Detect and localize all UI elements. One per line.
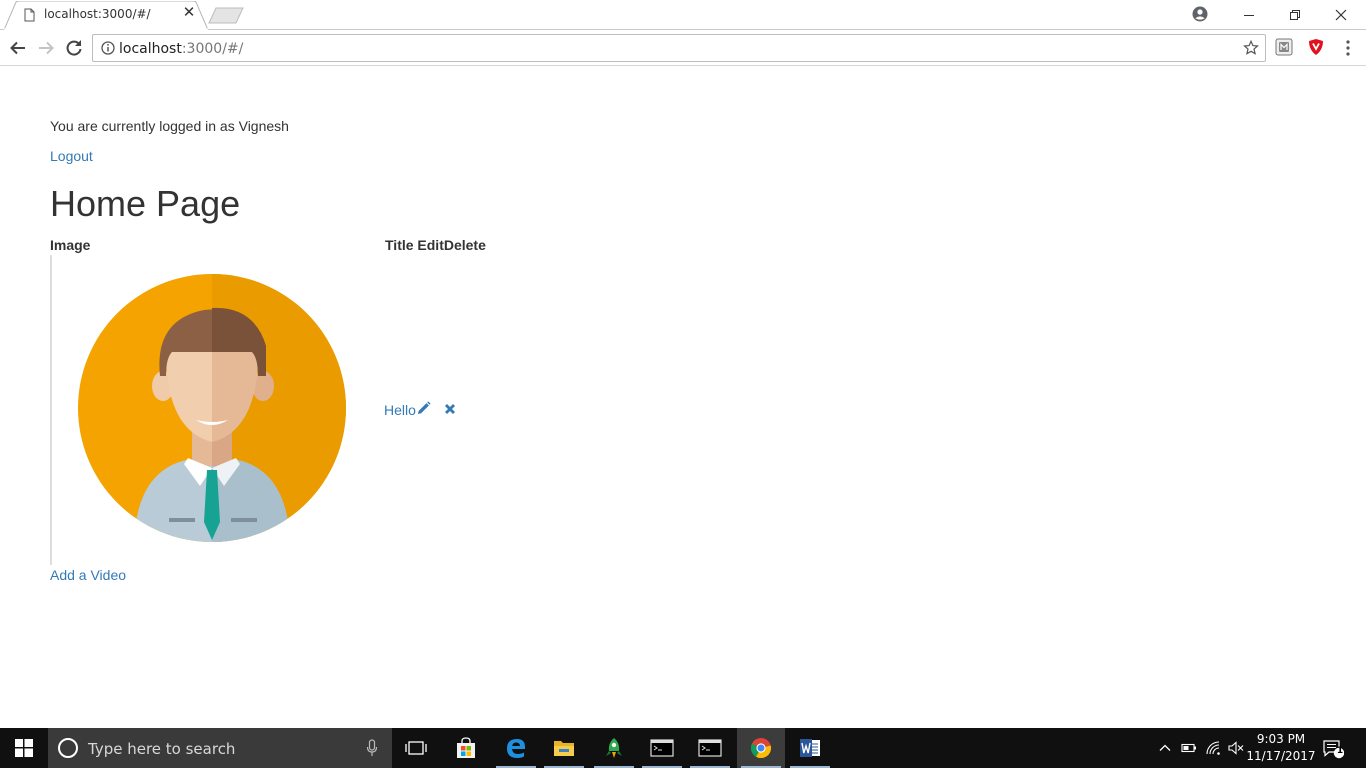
edge-icon [507,739,525,758]
profile-icon[interactable] [1192,6,1208,22]
command-prompt-icon [698,739,722,757]
volume-muted-icon[interactable] [1228,740,1244,756]
close-window-button[interactable] [1318,0,1364,30]
browser-toolbar: localhost:3000/#/ [0,30,1366,66]
task-view-icon [405,741,427,755]
add-video-link[interactable]: Add a Video [50,567,126,583]
url-path: :3000/#/ [181,41,244,57]
url-host: localhost [119,41,182,57]
forward-arrow-icon[interactable] [36,38,56,58]
taskbar-chrome[interactable] [737,728,785,768]
taskbar-search-box[interactable]: Type here to search [48,728,392,768]
windows-logo-icon [15,739,33,757]
browser-menu-icon[interactable] [1340,39,1356,57]
taskbar-clock[interactable]: 9:03 PM 11/17/2017 [1246,731,1316,765]
pencil-icon[interactable] [416,401,431,416]
taskbar-word[interactable] [786,728,834,768]
x-icon[interactable] [443,402,457,416]
avatar-image [78,274,346,542]
shield-extension-icon[interactable] [1307,38,1325,56]
store-icon [457,737,475,758]
taskbar-app-green[interactable] [590,728,638,768]
reload-icon[interactable] [64,38,84,58]
notification-count: 1 [1336,746,1344,756]
video-title-link[interactable]: Hello [384,402,416,418]
tab-title: localhost:3000/#/ [44,7,151,21]
action-center-button[interactable]: 1 [1322,739,1345,759]
taskbar-file-explorer[interactable] [540,728,588,768]
login-status-text: You are currently logged in as Vignesh [50,118,289,134]
taskbar-command-prompt-1[interactable] [638,728,686,768]
clock-time: 9:03 PM [1256,732,1306,746]
task-view-button[interactable] [392,728,440,768]
info-icon[interactable] [101,41,115,55]
url-text[interactable]: localhost:3000/#/ [119,41,243,57]
battery-icon[interactable] [1181,740,1197,756]
taskbar-store[interactable] [442,728,490,768]
column-header-image: Image [50,237,91,253]
bookmark-star-icon[interactable] [1243,40,1259,56]
back-arrow-icon[interactable] [8,38,28,58]
start-button[interactable] [0,728,48,768]
command-prompt-icon [650,739,674,757]
page-title: Home Page [50,183,241,224]
web-page: You are currently logged in as Vignesh L… [0,67,1366,728]
restore-button[interactable] [1272,0,1318,30]
close-icon [1335,9,1347,21]
logout-link[interactable]: Logout [50,148,93,164]
microphone-icon[interactable] [366,739,378,757]
taskbar-edge[interactable] [492,728,540,768]
rocket-app-icon [606,738,622,758]
cortana-icon [58,738,78,758]
extension-m-icon[interactable] [1275,38,1293,56]
new-tab-button[interactable] [208,7,244,24]
chrome-icon [750,738,772,759]
browser-tabstrip: localhost:3000/#/ ✕ [0,0,1366,30]
windows-taskbar: Type here to search 9:03 PM 11/17/2017 1 [0,728,1366,768]
chevron-up-icon[interactable] [1157,740,1173,756]
page-icon [24,8,35,22]
clock-date: 11/17/2017 [1246,749,1316,763]
minimize-button[interactable] [1226,0,1272,30]
taskbar-command-prompt-2[interactable] [686,728,734,768]
folder-icon [554,741,574,756]
close-tab-icon[interactable]: ✕ [182,5,196,20]
minimize-icon [1244,15,1254,16]
wifi-icon[interactable] [1205,740,1221,756]
address-bar[interactable]: localhost:3000/#/ [92,34,1266,62]
column-header-title-edit-delete: Title EditDelete [385,237,486,253]
restore-icon [1290,10,1300,20]
word-icon [800,739,820,757]
search-placeholder: Type here to search [88,740,236,758]
